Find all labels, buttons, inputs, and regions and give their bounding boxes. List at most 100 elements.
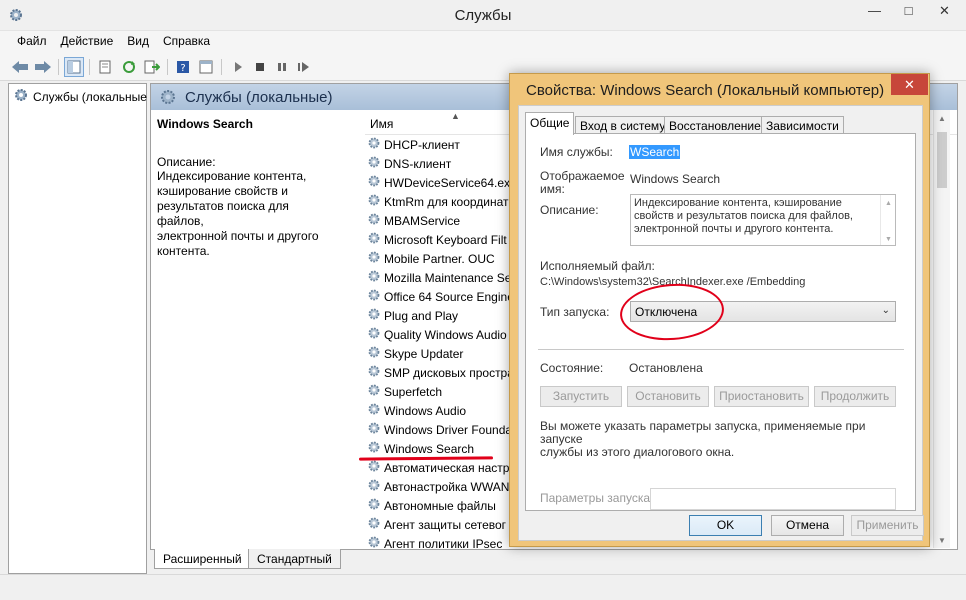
service-name: Mobile Partner. OUC xyxy=(384,251,495,266)
menu-action[interactable]: Действие xyxy=(54,31,121,48)
tab-recovery[interactable]: Восстановление xyxy=(664,116,766,134)
service-name: KtmRm для координат xyxy=(384,194,509,209)
divider xyxy=(538,349,904,350)
toolbar-separator xyxy=(58,59,59,75)
service-description-panel: Windows Search Описание: Индексирование … xyxy=(157,117,357,259)
start-button[interactable]: Запустить xyxy=(540,386,622,407)
service-row[interactable]: KtmRm для координат xyxy=(367,192,509,211)
menu-view[interactable]: Вид xyxy=(120,31,156,48)
close-button[interactable]: ✕ xyxy=(928,0,961,24)
service-row[interactable]: Агент защиты сетевог xyxy=(367,515,506,534)
service-name: Mozilla Maintenance Se xyxy=(384,270,512,285)
pause-button[interactable]: Приостановить xyxy=(714,386,809,407)
service-row[interactable]: Office 64 Source Engine xyxy=(367,287,514,306)
scrollbar-thumb[interactable] xyxy=(937,132,947,188)
ok-button[interactable]: OK xyxy=(689,515,762,536)
service-row[interactable]: Агент политики IPsec xyxy=(367,534,502,549)
service-row[interactable]: Quality Windows Audio xyxy=(367,325,507,344)
refresh-icon[interactable] xyxy=(119,57,139,77)
service-row[interactable]: MBAMService xyxy=(367,211,460,230)
description-textbox[interactable]: Индексирование контента, кэширование сво… xyxy=(630,194,896,246)
console-tree: Службы (локальные xyxy=(8,83,147,574)
service-row[interactable]: Автономные файлы xyxy=(367,496,496,515)
display-name-label: Отображаемое имя: xyxy=(540,169,625,196)
sort-ascending-icon: ▲ xyxy=(451,111,460,121)
service-name: Plug and Play xyxy=(384,308,459,323)
scroll-up-icon[interactable]: ▲ xyxy=(885,197,892,210)
resume-button[interactable]: Продолжить xyxy=(814,386,896,407)
service-row[interactable]: SMP дисковых простра xyxy=(367,363,514,382)
properties-icon[interactable] xyxy=(95,57,115,77)
toolbar-separator xyxy=(167,59,168,75)
service-gear-icon xyxy=(367,421,381,438)
scroll-down-icon[interactable]: ▼ xyxy=(885,233,892,246)
scroll-up-icon[interactable]: ▲ xyxy=(938,114,946,123)
service-name-label: Имя службы: xyxy=(540,145,613,159)
maximize-button[interactable]: □ xyxy=(892,0,925,24)
service-row[interactable]: Автонастройка WWAN xyxy=(367,477,509,496)
service-gear-icon xyxy=(367,364,381,381)
service-name-value[interactable]: WSearch xyxy=(629,145,681,159)
vertical-scrollbar[interactable]: ▲ ▼ xyxy=(933,110,950,548)
cancel-button[interactable]: Отмена xyxy=(771,515,844,536)
startup-params-input[interactable] xyxy=(650,488,896,510)
tab-dependencies[interactable]: Зависимости xyxy=(761,116,844,134)
service-row[interactable]: Автоматическая настр xyxy=(367,458,509,477)
tab-extended[interactable]: Расширенный xyxy=(154,549,251,569)
stop-service-icon[interactable] xyxy=(250,57,270,77)
toolbar-separator xyxy=(221,59,222,75)
service-row[interactable]: Mozilla Maintenance Se xyxy=(367,268,511,287)
title-bar: Службы — □ ✕ xyxy=(0,0,966,31)
service-gear-icon xyxy=(367,231,381,248)
tab-general[interactable]: Общие xyxy=(525,112,575,135)
menu-bar: Файл Действие Вид Справка xyxy=(0,31,966,53)
pause-service-icon[interactable] xyxy=(272,57,292,77)
service-name: MBAMService xyxy=(384,213,461,228)
tab-logon[interactable]: Вход в систему xyxy=(575,116,671,134)
service-row[interactable]: DNS-клиент xyxy=(367,154,451,173)
menu-file[interactable]: Файл xyxy=(10,31,54,48)
console-view-icon[interactable] xyxy=(196,57,216,77)
svg-text:?: ? xyxy=(180,63,185,74)
tab-standard[interactable]: Стандартный xyxy=(248,549,341,569)
red-circle-annotation xyxy=(618,280,726,344)
service-row[interactable]: HWDeviceService64.exe xyxy=(367,173,517,192)
startup-type-label: Тип запуска: xyxy=(540,305,610,319)
help-icon[interactable]: ? xyxy=(173,57,193,77)
minimize-button[interactable]: — xyxy=(858,0,891,24)
service-name: HWDeviceService64.exe xyxy=(384,175,517,190)
service-row[interactable]: Windows Search xyxy=(367,439,474,458)
menu-help[interactable]: Справка xyxy=(156,31,217,48)
service-row[interactable]: Mobile Partner. OUC xyxy=(367,249,495,268)
service-row[interactable]: Microsoft Keyboard Filt xyxy=(367,230,507,249)
back-arrow-icon[interactable] xyxy=(10,57,30,77)
service-gear-icon xyxy=(367,497,381,514)
service-name: SMP дисковых простра xyxy=(384,365,514,380)
export-list-icon[interactable] xyxy=(142,57,162,77)
dialog-body: Общие Вход в систему Восстановление Зави… xyxy=(518,105,924,541)
service-row[interactable]: Windows Audio xyxy=(367,401,466,420)
start-service-icon[interactable] xyxy=(228,57,248,77)
service-gear-icon xyxy=(367,326,381,343)
stop-button[interactable]: Остановить xyxy=(627,386,709,407)
service-name: DNS-клиент xyxy=(384,156,452,171)
service-row[interactable]: DHCP-клиент xyxy=(367,135,460,154)
service-row[interactable]: Superfetch xyxy=(367,382,442,401)
dialog-close-button[interactable]: ✕ xyxy=(891,74,928,95)
scroll-down-icon[interactable]: ▼ xyxy=(938,536,946,545)
service-gear-icon xyxy=(367,155,381,172)
forward-arrow-icon[interactable] xyxy=(33,57,53,77)
service-row[interactable]: Windows Driver Founda xyxy=(367,420,512,439)
chevron-down-icon: ⌄ xyxy=(881,305,890,316)
tree-item-services-local[interactable]: Службы (локальные xyxy=(13,87,147,106)
restart-service-icon[interactable] xyxy=(294,57,314,77)
apply-button[interactable]: Применить xyxy=(851,515,924,536)
service-gear-icon xyxy=(367,288,381,305)
service-properties-dialog: Свойства: Windows Search (Локальный комп… xyxy=(509,73,930,547)
textbox-scrollbar[interactable]: ▲ ▼ xyxy=(880,195,895,245)
service-row[interactable]: Skype Updater xyxy=(367,344,463,363)
service-name: Skype Updater xyxy=(384,346,464,361)
show-tree-icon[interactable] xyxy=(64,57,84,77)
service-row[interactable]: Plug and Play xyxy=(367,306,458,325)
service-name: DHCP-клиент xyxy=(384,137,460,152)
